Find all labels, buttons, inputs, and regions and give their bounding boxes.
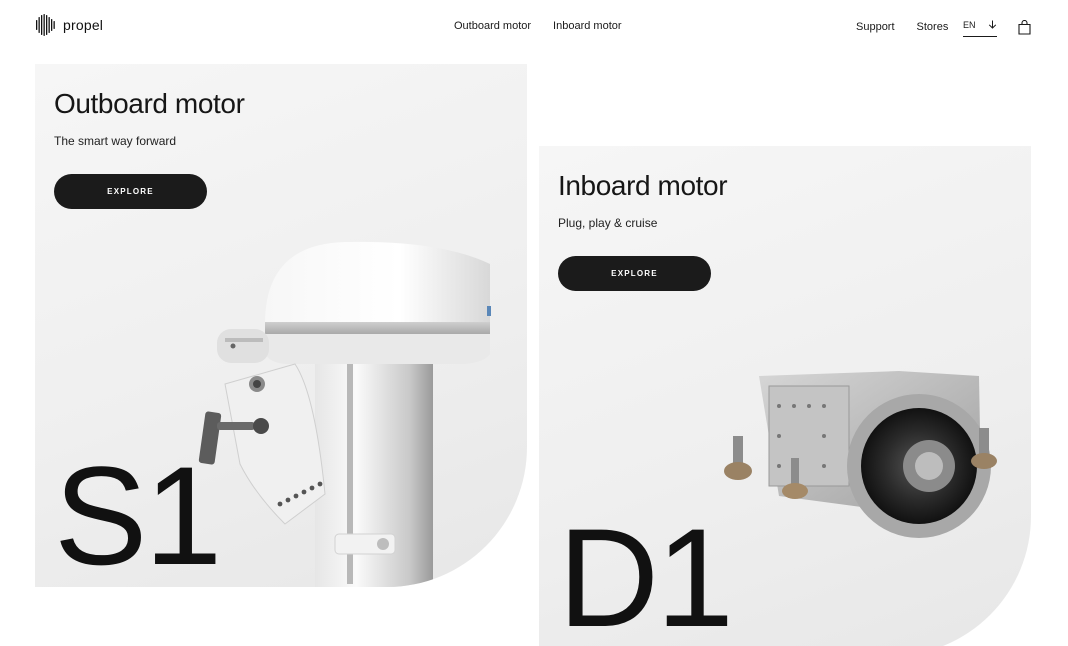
secondary-nav: Support Stores — [856, 21, 970, 33]
nav-outboard-motor[interactable]: Outboard motor — [454, 20, 531, 32]
nav-support[interactable]: Support — [856, 21, 895, 33]
language-selector[interactable]: EN — [963, 20, 997, 37]
nav-stores[interactable]: Stores — [917, 21, 949, 33]
language-label: EN — [963, 20, 976, 30]
model-name-s1: S1 — [54, 437, 222, 587]
model-name-d1: D1 — [558, 499, 734, 646]
propel-logo-icon — [36, 14, 55, 36]
outboard-subtitle: The smart way forward — [54, 134, 177, 148]
outboard-motor-card[interactable]: Outboard motor The smart way forward EXP… — [35, 64, 527, 587]
inboard-explore-button[interactable]: EXPLORE — [558, 256, 711, 291]
brand-logo[interactable]: propel — [35, 14, 103, 36]
arrow-down-icon — [988, 20, 997, 29]
shopping-bag-icon[interactable] — [1018, 20, 1031, 35]
inboard-motor-image — [724, 371, 997, 538]
inboard-title: Inboard motor — [558, 170, 728, 201]
main-nav: Outboard motor Inboard motor — [454, 20, 622, 32]
outboard-title: Outboard motor — [54, 88, 245, 119]
inboard-motor-card[interactable]: Inboard motor Plug, play & cruise EXPLOR… — [539, 146, 1031, 646]
outboard-motor-image — [198, 241, 491, 587]
brand-name: propel — [63, 17, 104, 33]
outboard-explore-button[interactable]: EXPLORE — [54, 174, 207, 209]
site-header: propel Outboard motor Inboard motor Supp… — [0, 0, 1068, 56]
nav-inboard-motor[interactable]: Inboard motor — [553, 20, 621, 32]
inboard-subtitle: Plug, play & cruise — [558, 216, 658, 230]
